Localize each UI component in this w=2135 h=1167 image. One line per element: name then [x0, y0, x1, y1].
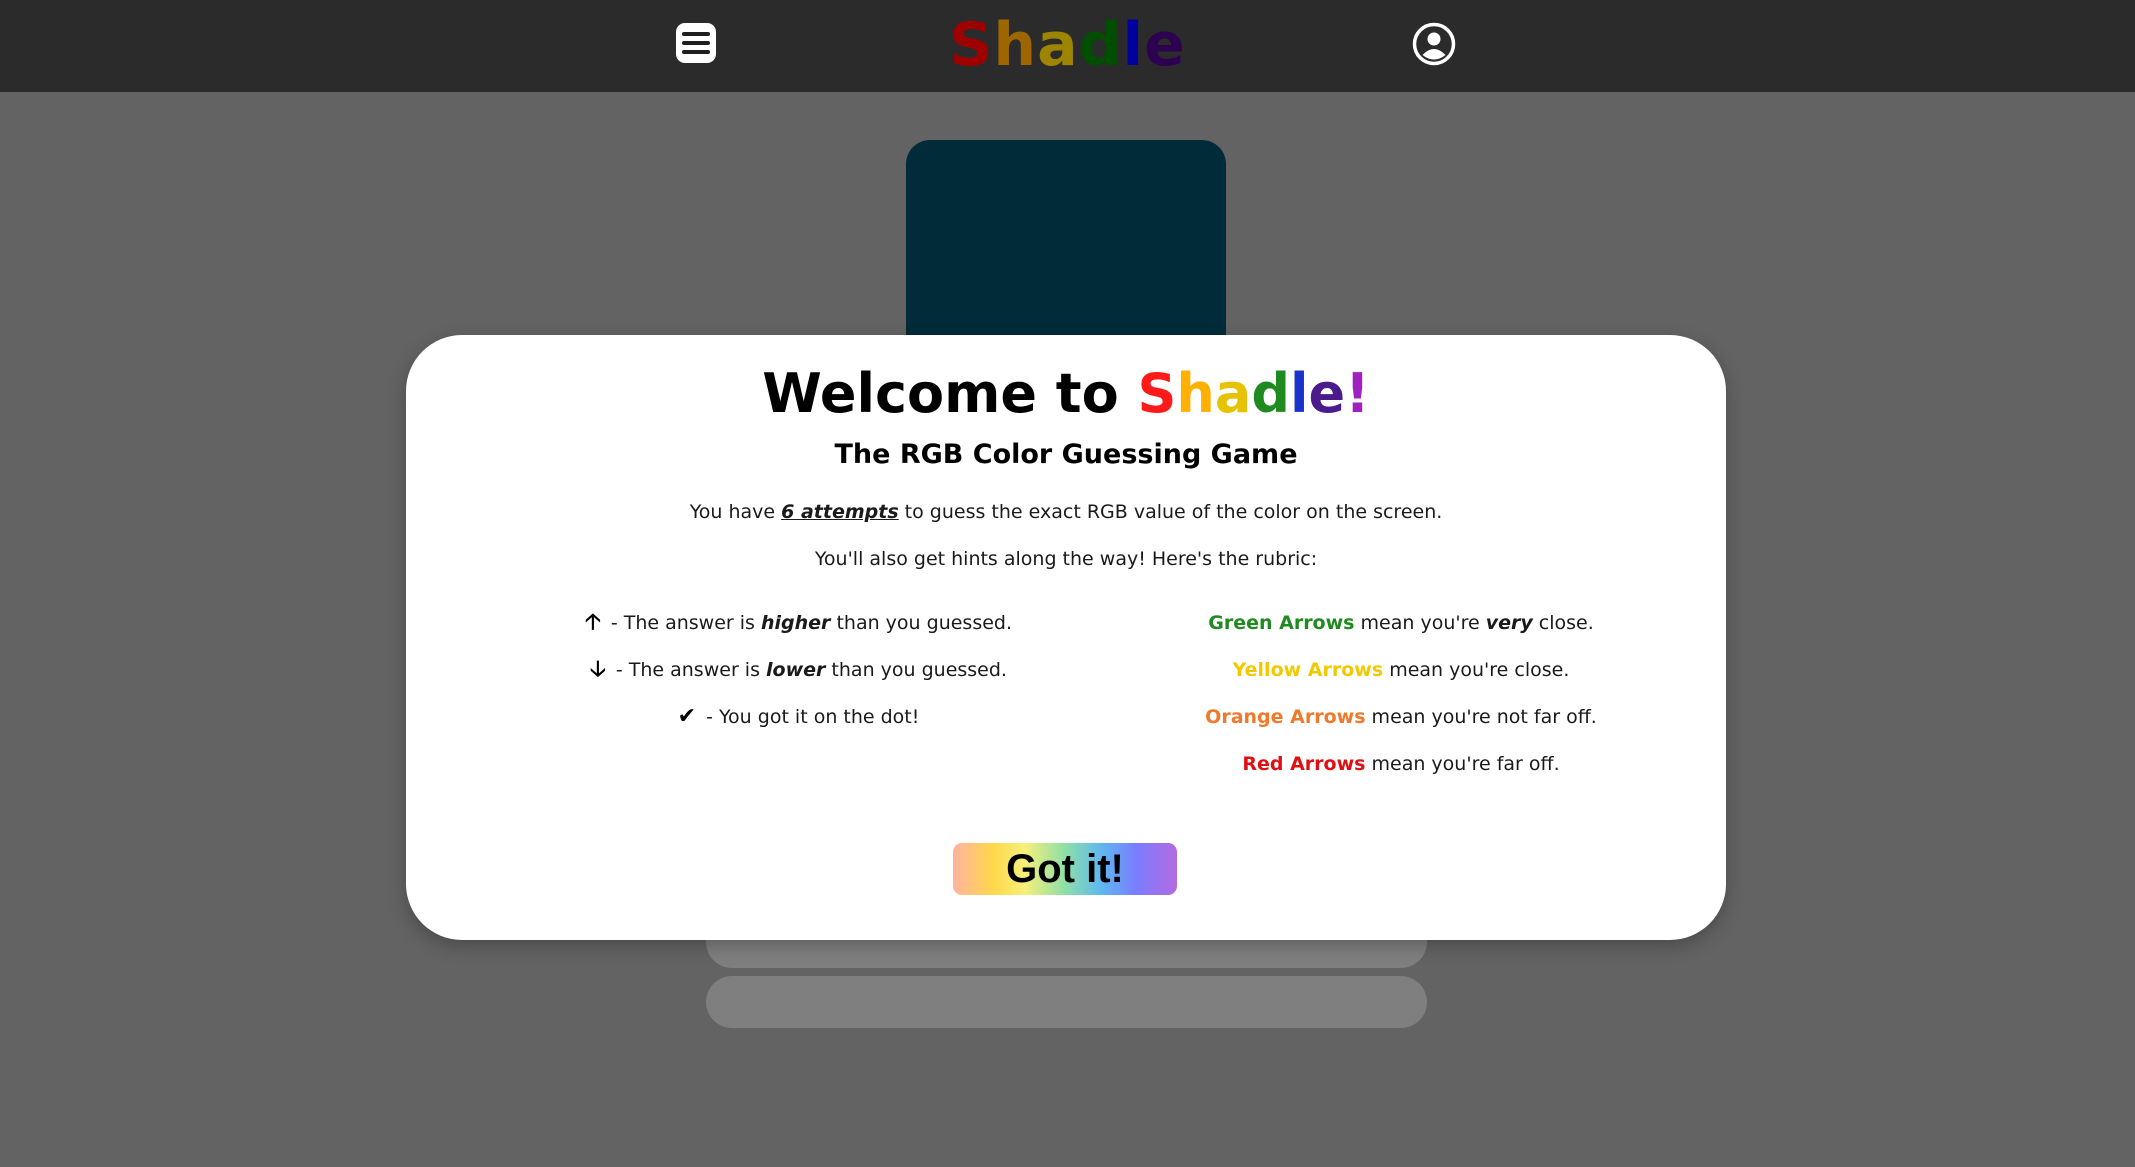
intro-before: You have [689, 501, 782, 523]
rubric-text: mean you're close. [1383, 659, 1570, 681]
rubric-text: - You got it on the dot! [700, 706, 920, 728]
intro-after: to guess the exact RGB value of the colo… [898, 501, 1443, 523]
rubric-item: Red Arrows mean you're far off. [1076, 751, 1726, 798]
rubric-item: 🡡 - The answer is higher than you guesse… [406, 610, 1191, 657]
rubric-text: - The answer is [609, 659, 767, 681]
rubric-emphasis: lower [766, 659, 826, 681]
rubric-emphasis: very [1485, 612, 1533, 634]
logo-letter: a [1037, 10, 1079, 80]
rubric-text: close. [1532, 612, 1594, 634]
arrow-color-label: Orange Arrows [1205, 706, 1366, 728]
top-bar: Shadle [0, 0, 2135, 92]
rubric-item: 🡣 - The answer is lower than you guessed… [406, 657, 1191, 704]
arrow-color-label: Red Arrows [1242, 753, 1366, 775]
logo-letter: S [949, 10, 994, 80]
modal-subtitle: The RGB Color Guessing Game [834, 439, 1298, 470]
got-it-button[interactable]: Got it! [953, 843, 1177, 895]
arrow-down-icon: 🡣 [590, 657, 606, 682]
app-logo: Shadle [0, 10, 2135, 80]
checkmark-icon: ✔ [677, 704, 697, 729]
rubric-item: Green Arrows mean you're very close. [1076, 610, 1726, 657]
title-letter: h [1176, 362, 1215, 425]
logo-letter: h [993, 10, 1038, 80]
rubric-item: ✔ - You got it on the dot! [406, 704, 1191, 751]
logo-letter: d [1078, 10, 1123, 80]
welcome-modal: Welcome to Shadle! The RGB Color Guessin… [406, 335, 1726, 940]
hints-text: You'll also get hints along the way! Her… [814, 548, 1318, 570]
rubric-text: mean you're not far off. [1365, 706, 1597, 728]
attempts-emphasis: 6 attempts [781, 501, 899, 523]
title-letter: d [1251, 362, 1290, 425]
title-letter: e [1308, 362, 1346, 425]
rubric-item: Yellow Arrows mean you're close. [1076, 657, 1726, 704]
modal-title: Welcome to Shadle! [406, 359, 1726, 429]
modal-title-logo: Shadle! [1138, 362, 1370, 425]
logo-letter: e [1144, 10, 1186, 80]
logo-letter: l [1122, 10, 1145, 80]
rubric-emphasis: higher [760, 612, 831, 634]
rubric-item: Orange Arrows mean you're not far off. [1076, 704, 1726, 751]
rubric-text: mean you're [1354, 612, 1486, 634]
guess-row [706, 976, 1427, 1028]
rubric-text: than you guessed. [830, 612, 1013, 634]
title-letter: a [1214, 362, 1252, 425]
intro-text: You have 6 attempts to guess the exact R… [406, 501, 1726, 523]
title-letter: l [1289, 362, 1309, 425]
user-account-icon[interactable] [1412, 22, 1456, 66]
arrow-color-label: Yellow Arrows [1232, 659, 1384, 681]
rubric-text: mean you're far off. [1365, 753, 1560, 775]
color-rubric: Green Arrows mean you're very close. Yell… [1076, 610, 1726, 798]
rubric-text: than you guessed. [825, 659, 1007, 681]
title-letter: S [1137, 362, 1177, 425]
arrow-color-label: Green Arrows [1208, 612, 1355, 634]
rubric-text: - The answer is [604, 612, 761, 634]
arrow-up-icon: 🡡 [584, 610, 601, 635]
title-letter: ! [1345, 362, 1370, 425]
direction-rubric: 🡡 - The answer is higher than you guesse… [406, 610, 1191, 751]
modal-title-prefix: Welcome to [762, 362, 1138, 425]
